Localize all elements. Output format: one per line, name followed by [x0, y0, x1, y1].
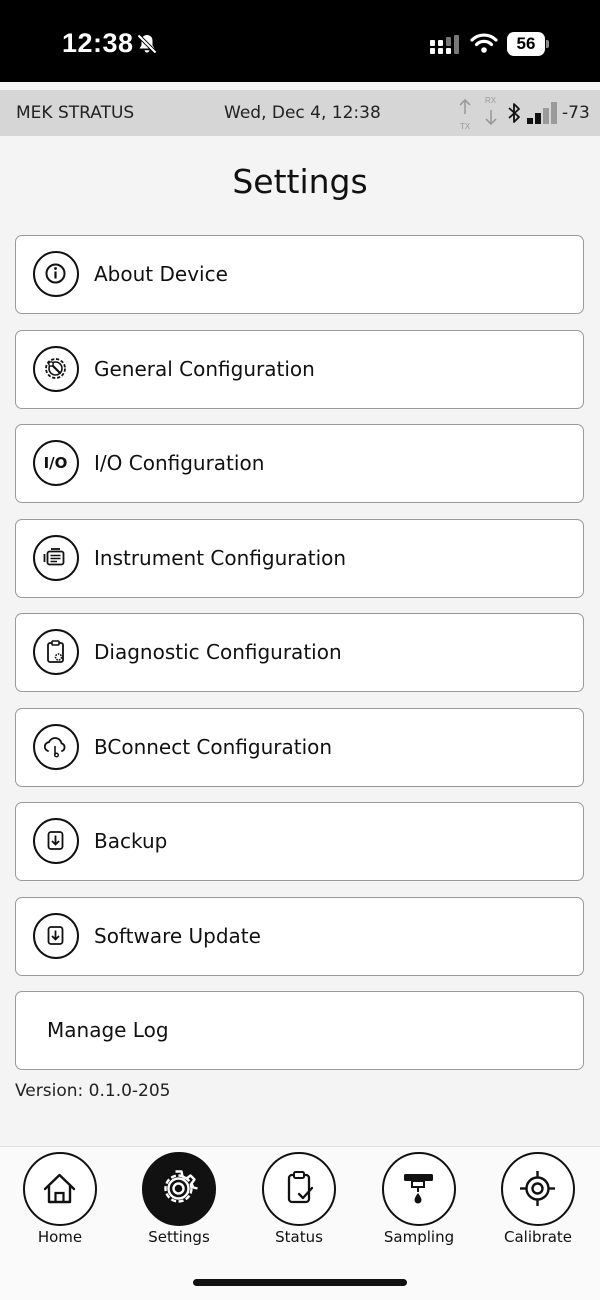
version-value: 0.1.0-205 [88, 1081, 171, 1101]
menu-label-backup: Backup [94, 829, 168, 853]
nav-status[interactable]: Status [249, 1152, 349, 1248]
tx-label: TX [460, 122, 471, 131]
clock-time: 12:38 [62, 28, 134, 58]
download-icon [33, 913, 79, 959]
menu-label-instrument-configuration: Instrument Configuration [94, 546, 347, 570]
home-indicator[interactable] [193, 1279, 407, 1286]
menu-label-software-update: Software Update [94, 924, 261, 948]
menu-label-manage-log: Manage Log [47, 1018, 169, 1042]
svg-text:I/O: I/O [44, 454, 68, 472]
nav-label-status: Status [275, 1228, 323, 1246]
bluetooth-icon [508, 103, 520, 123]
battery-icon: 56 [507, 32, 549, 56]
nav-label-home: Home [37, 1228, 83, 1246]
wifi-icon [470, 33, 498, 53]
menu-item-software-update[interactable]: Software Update [15, 897, 584, 976]
menu-label-bconnect-configuration: BConnect Configuration [94, 735, 333, 759]
nav-label-sampling: Sampling [383, 1228, 455, 1246]
clipboard-gear-icon [33, 629, 79, 675]
nav-settings[interactable]: Settings [129, 1152, 229, 1248]
nav-home[interactable]: Home [10, 1152, 110, 1248]
menu-item-instrument-configuration[interactable]: Instrument Configuration [15, 519, 584, 598]
signal-bars-icon [527, 102, 557, 124]
menu-item-bconnect-configuration[interactable]: BConnect Configuration [15, 708, 584, 787]
menu-label-diagnostic-configuration: Diagnostic Configuration [94, 640, 342, 664]
menu-label-io-configuration: I/O Configuration [94, 451, 265, 475]
menu-label-general-configuration: General Configuration [94, 357, 315, 381]
menu-item-general-configuration[interactable]: General Configuration [15, 330, 584, 409]
sampling-icon [382, 1152, 456, 1226]
rx-label: RX [485, 96, 497, 105]
gear-wrench-icon [33, 346, 79, 392]
nav-calibrate[interactable]: Calibrate [488, 1152, 588, 1248]
version-text: Version: 0.1.0-205 [15, 1081, 171, 1101]
tx-rx-icon: TX RX [459, 96, 497, 131]
home-icon [23, 1152, 97, 1226]
ios-status-bar: 12:38 56 [0, 0, 600, 82]
menu-item-manage-log[interactable]: Manage Log [15, 991, 584, 1070]
version-label: Version: [15, 1081, 84, 1101]
menu-item-about-device[interactable]: About Device [15, 235, 584, 314]
battery-level: 56 [507, 32, 545, 56]
nav-sampling[interactable]: Sampling [369, 1152, 469, 1248]
crosshair-icon [501, 1152, 575, 1226]
cloud-icon [33, 724, 79, 770]
menu-item-io-configuration[interactable]: I/O I/O Configuration [15, 424, 584, 503]
date-time: Wed, Dec 4, 12:38 [224, 103, 381, 123]
instrument-icon [33, 535, 79, 581]
page-title: Settings [232, 162, 368, 201]
nav-label-settings: Settings [148, 1228, 210, 1246]
cellular-icon [430, 35, 459, 54]
bell-slash-icon [137, 34, 157, 54]
download-icon [33, 818, 79, 864]
menu-item-backup[interactable]: Backup [15, 802, 584, 881]
nav-label-calibrate: Calibrate [504, 1228, 572, 1246]
clipboard-check-icon [262, 1152, 336, 1226]
signal-strength: -73 [562, 103, 590, 123]
menu-item-diagnostic-configuration[interactable]: Diagnostic Configuration [15, 613, 584, 692]
info-icon [33, 251, 79, 297]
io-icon: I/O [33, 440, 79, 486]
device-name: MEK STRATUS [16, 103, 135, 123]
gear-icon [142, 1152, 216, 1226]
menu-label-about-device: About Device [94, 262, 228, 286]
